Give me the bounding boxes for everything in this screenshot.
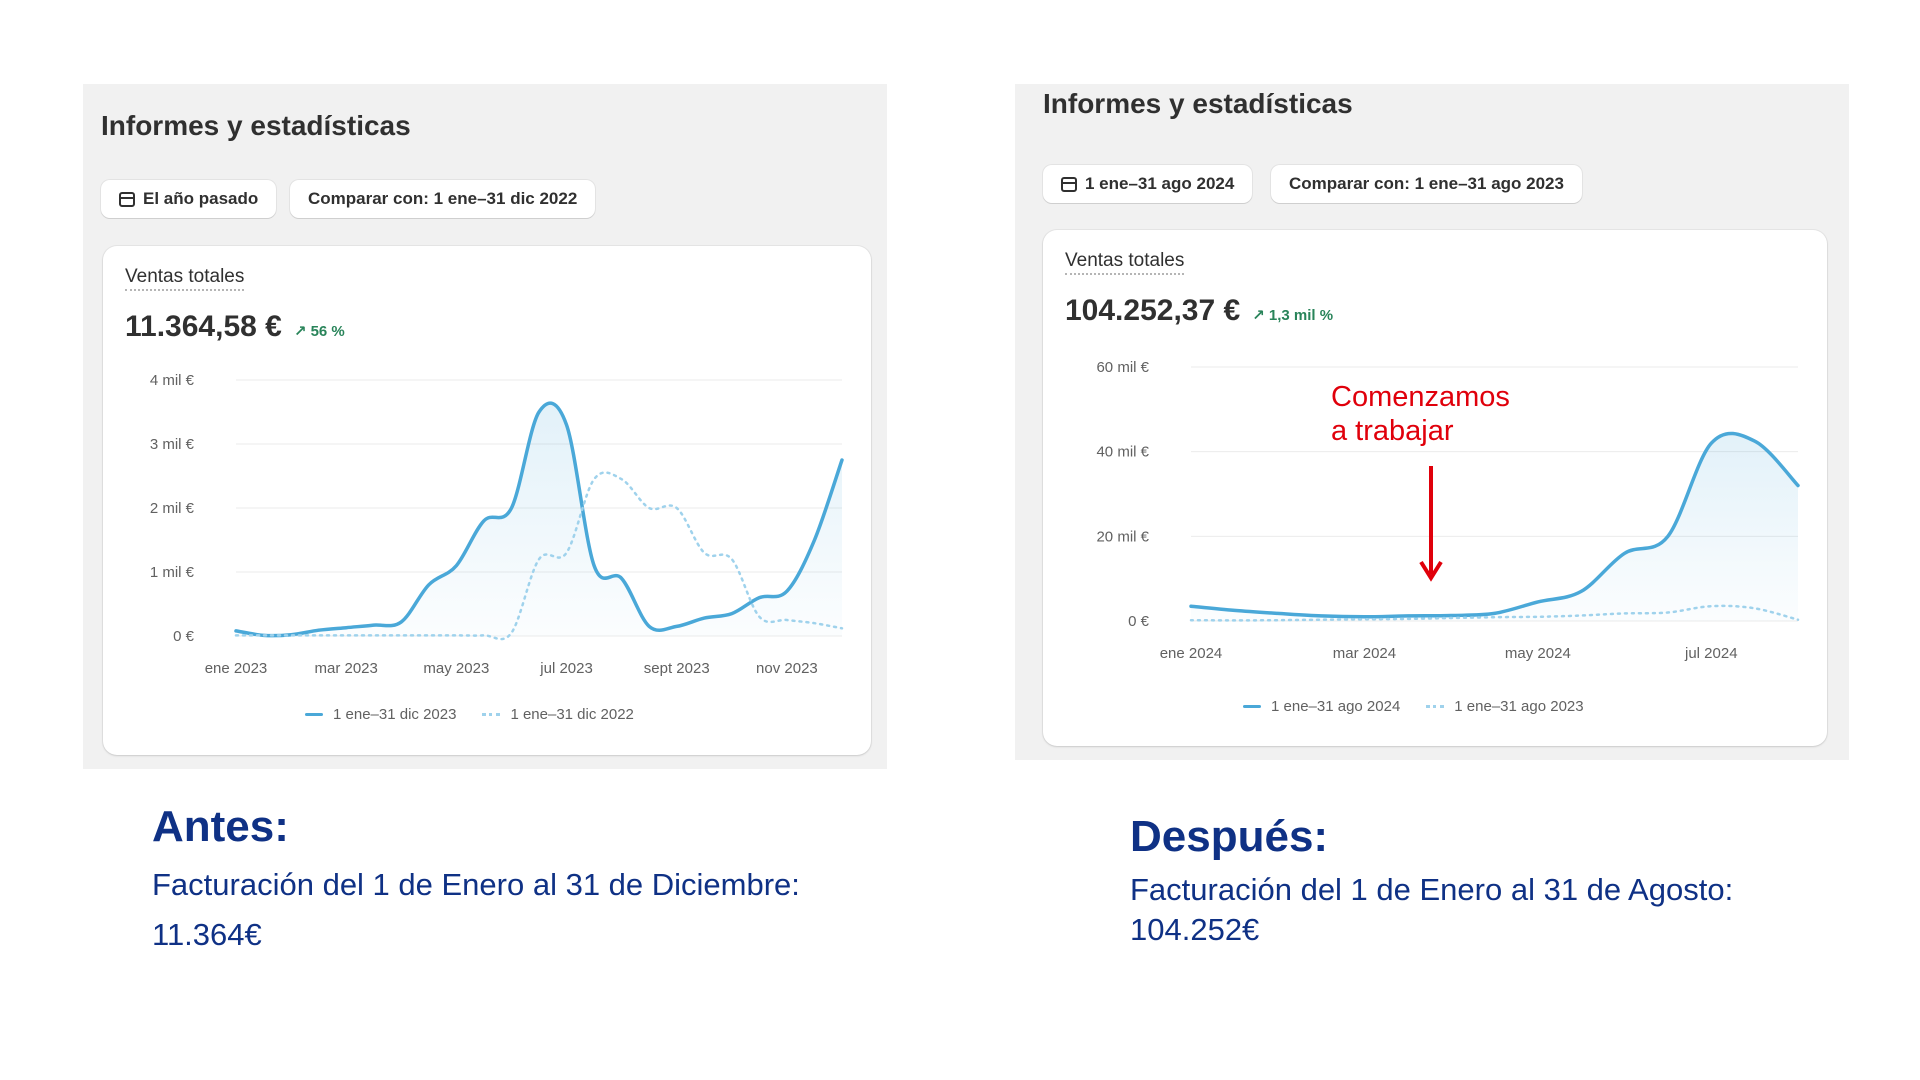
calendar-icon bbox=[119, 191, 135, 207]
x-tick-label: may 2024 bbox=[1505, 645, 1571, 662]
y-tick-label: 0 € bbox=[1128, 613, 1150, 630]
annotation-line: a trabajar bbox=[1331, 415, 1454, 447]
annotation-arrow bbox=[1419, 466, 1443, 582]
sales-line-chart: 0 € 20 mil € 40 mil € 60 mil € ene 2024 mar 2… bbox=[1096, 359, 1800, 662]
x-tick-label: jul 2024 bbox=[1684, 645, 1738, 662]
y-tick-label: 4 mil € bbox=[150, 372, 195, 389]
caption-line: 11.364€ bbox=[152, 917, 262, 952]
compare-button[interactable]: Comparar con: 1 ene–31 dic 2022 bbox=[290, 180, 596, 218]
date-range-label: El año pasado bbox=[143, 189, 259, 208]
caption-line: 104.252€ bbox=[1130, 912, 1260, 947]
y-tick-label: 1 mil € bbox=[150, 564, 195, 581]
chart-legend: 1 ene–31 dic 2023 1 ene–31 dic 2022 bbox=[305, 706, 660, 723]
legend-solid-swatch bbox=[1243, 705, 1261, 708]
date-range-label: 1 ene–31 ago 2024 bbox=[1085, 174, 1235, 193]
before-report-panel: Informes y estadísticas El año pasado Co… bbox=[83, 84, 887, 769]
x-tick-label: nov 2023 bbox=[756, 660, 818, 677]
x-tick-label: mar 2023 bbox=[314, 660, 377, 677]
annotation-text: Comenzamos a trabajar bbox=[1331, 380, 1510, 448]
legend-solid-swatch bbox=[305, 713, 323, 716]
panel-title: Informes y estadísticas bbox=[1043, 88, 1353, 119]
chart-legend: 1 ene–31 ago 2024 1 ene–31 ago 2023 bbox=[1243, 698, 1610, 715]
y-tick-label: 20 mil € bbox=[1096, 528, 1149, 545]
legend-label: 1 ene–31 ago 2024 bbox=[1271, 698, 1401, 715]
compare-label: Comparar con: 1 ene–31 dic 2022 bbox=[308, 189, 578, 208]
y-tick-label: 60 mil € bbox=[1096, 359, 1149, 376]
x-tick-label: ene 2023 bbox=[205, 660, 268, 677]
x-tick-label: mar 2024 bbox=[1333, 645, 1396, 662]
after-caption-text: Facturación del 1 de Enero al 31 de Agos… bbox=[1130, 870, 1733, 950]
caption-line: Facturación del 1 de Enero al 31 de Dici… bbox=[152, 867, 800, 902]
caption-line: Facturación del 1 de Enero al 31 de Agos… bbox=[1130, 872, 1734, 907]
series-area bbox=[1191, 433, 1798, 621]
after-report-panel: Informes y estadísticas 1 ene–31 ago 202… bbox=[1015, 84, 1849, 760]
compare-label: Comparar con: 1 ene–31 ago 2023 bbox=[1289, 174, 1564, 193]
before-caption-text: Facturación del 1 de Enero al 31 de Dici… bbox=[152, 860, 800, 960]
x-tick-label: may 2023 bbox=[423, 660, 489, 677]
legend-label: 1 ene–31 dic 2023 bbox=[333, 706, 457, 723]
sales-card: Ventas totales 104.252,37 € ↗ 1,3 mil % … bbox=[1043, 230, 1827, 746]
y-tick-label: 0 € bbox=[173, 628, 195, 645]
legend-item-current[interactable]: 1 ene–31 dic 2023 bbox=[305, 706, 456, 723]
calendar-icon bbox=[1061, 176, 1077, 192]
legend-item-current[interactable]: 1 ene–31 ago 2024 bbox=[1243, 698, 1400, 715]
legend-label: 1 ene–31 ago 2023 bbox=[1454, 698, 1584, 715]
legend-dotted-swatch bbox=[482, 713, 501, 716]
panel-title: Informes y estadísticas bbox=[101, 110, 411, 141]
y-tick-label: 2 mil € bbox=[150, 500, 195, 517]
y-tick-label: 3 mil € bbox=[150, 436, 195, 453]
y-tick-label: 40 mil € bbox=[1096, 444, 1149, 461]
date-range-button[interactable]: El año pasado bbox=[101, 180, 277, 218]
after-caption-heading: Después: bbox=[1130, 812, 1329, 861]
x-tick-label: sept 2023 bbox=[644, 660, 710, 677]
x-tick-label: jul 2023 bbox=[539, 660, 593, 677]
compare-button[interactable]: Comparar con: 1 ene–31 ago 2023 bbox=[1271, 165, 1582, 203]
legend-item-previous[interactable]: 1 ene–31 dic 2022 bbox=[482, 706, 634, 723]
sales-line-chart: 0 € 1 mil € 2 mil € 3 mil € 4 mil € ene 2023 m… bbox=[150, 372, 844, 677]
x-tick-label: ene 2024 bbox=[1160, 645, 1223, 662]
before-caption-heading: Antes: bbox=[152, 802, 289, 851]
annotation-line: Comenzamos bbox=[1331, 381, 1510, 413]
sales-card: Ventas totales 11.364,58 € ↗ 56 % 0 €1 m… bbox=[103, 246, 871, 755]
legend-label: 1 ene–31 dic 2022 bbox=[510, 706, 634, 723]
legend-item-previous[interactable]: 1 ene–31 ago 2023 bbox=[1426, 698, 1584, 715]
date-range-button[interactable]: 1 ene–31 ago 2024 bbox=[1043, 165, 1253, 203]
legend-dotted-swatch bbox=[1426, 705, 1445, 708]
